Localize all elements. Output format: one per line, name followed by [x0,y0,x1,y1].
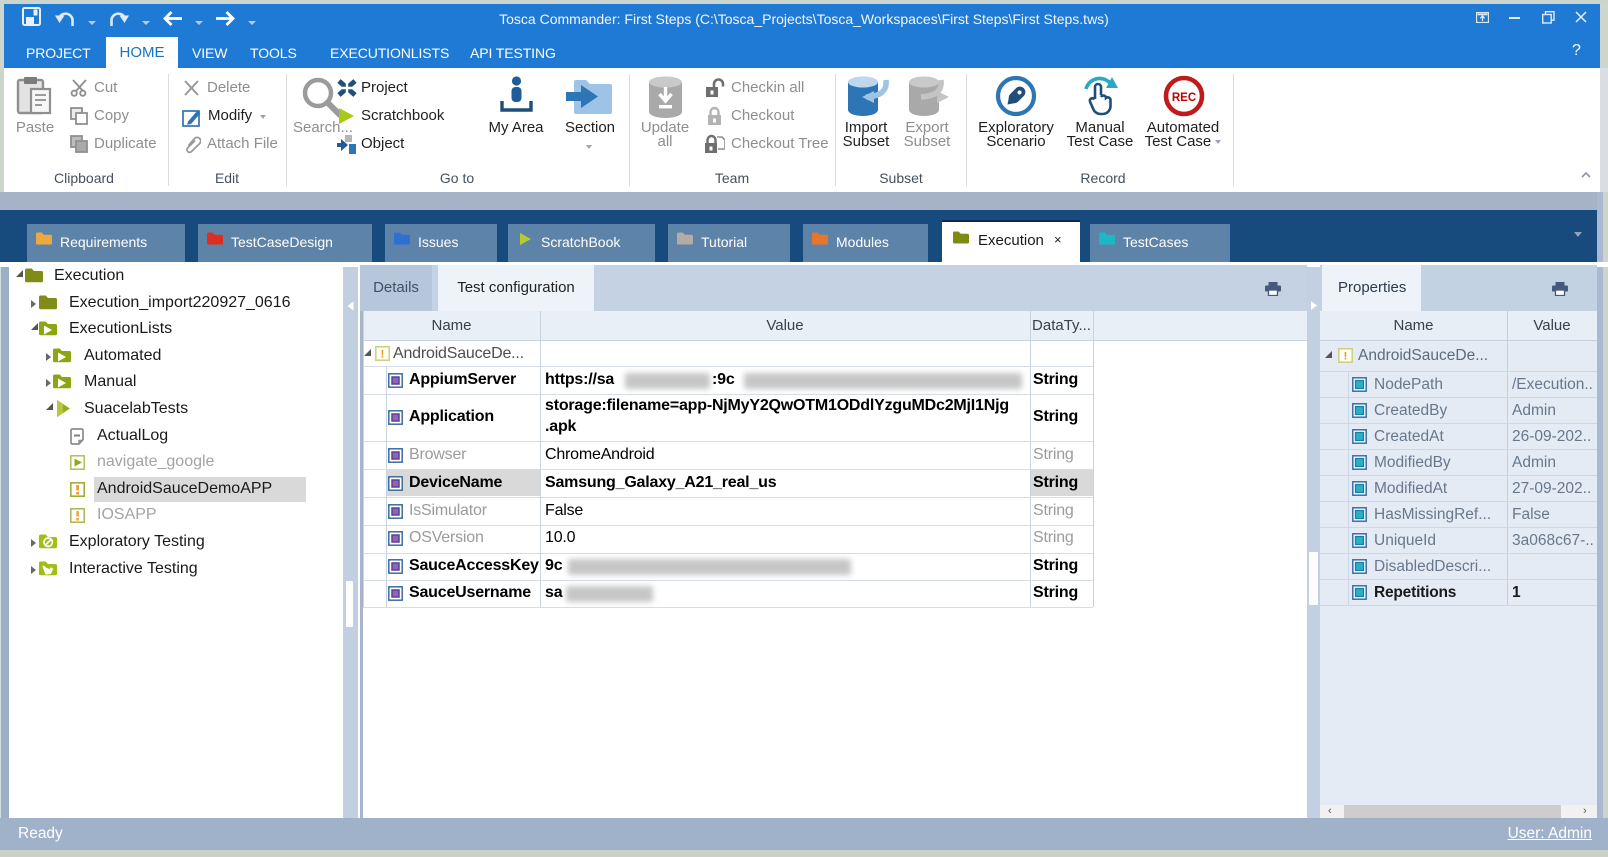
svg-text:REC: REC [1172,92,1196,104]
svg-text:!: ! [381,349,385,361]
